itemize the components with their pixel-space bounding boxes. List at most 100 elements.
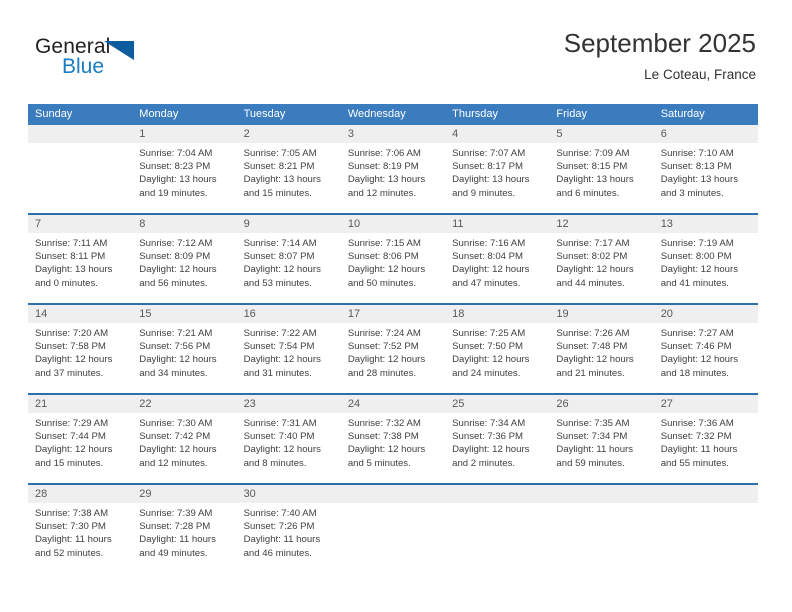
day-cell[interactable]: Sunrise: 7:09 AM Sunset: 8:15 PM Daylight:… [549, 143, 653, 213]
day-number[interactable]: 19 [549, 305, 653, 323]
day-number[interactable]: 5 [549, 125, 653, 143]
day-number[interactable]: 10 [341, 215, 445, 233]
day-cell[interactable]: Sunrise: 7:17 AM Sunset: 8:02 PM Daylight:… [549, 233, 653, 303]
day-detail-line: Daylight: 12 hours [347, 444, 426, 456]
day-number[interactable]: 21 [28, 395, 132, 413]
page-header: General Blue September 2025 Le Coteau, F… [0, 0, 792, 104]
day-number[interactable]: 28 [28, 485, 132, 503]
day-detail-line: Sunset: 8:23 PM [139, 161, 211, 173]
day-detail-line: Sunrise: 7:36 AM [660, 418, 734, 429]
day-number[interactable]: 4 [445, 125, 549, 143]
day-detail-line: Daylight: 11 hours [243, 534, 321, 546]
calendar-week-row: 1 2 3 4 5 6 Sunrise: 7:04 AM Sunset: 8:23 PM Day… [28, 125, 758, 213]
day-detail-band: Sunrise: 7:11 AM Sunset: 8:11 PM Daylight:… [28, 233, 758, 303]
day-number[interactable]: 7 [28, 215, 132, 233]
day-number[interactable]: 25 [445, 395, 549, 413]
day-cell[interactable]: Sunrise: 7:12 AM Sunset: 8:09 PM Daylight:… [132, 233, 236, 303]
day-detail-line: and 34 minutes. [139, 367, 208, 379]
day-number[interactable]: 20 [654, 305, 758, 323]
day-detail-line: Sunrise: 7:15 AM [347, 238, 421, 249]
day-cell[interactable]: Sunrise: 7:39 AM Sunset: 7:28 PM Daylight:… [132, 503, 236, 573]
day-cell[interactable]: Sunrise: 7:19 AM Sunset: 8:00 PM Daylight:… [654, 233, 758, 303]
day-detail-line: Sunset: 7:26 PM [243, 521, 315, 533]
day-detail-line: and 18 minutes. [660, 367, 729, 379]
day-detail-line: Sunset: 8:21 PM [243, 161, 315, 173]
day-detail-line: Daylight: 13 hours [139, 174, 217, 186]
day-cell[interactable]: Sunrise: 7:22 AM Sunset: 7:54 PM Daylight:… [237, 323, 341, 393]
day-number[interactable]: 16 [237, 305, 341, 323]
day-cell[interactable]: Sunrise: 7:26 AM Sunset: 7:48 PM Daylight:… [549, 323, 653, 393]
day-number[interactable]: 2 [237, 125, 341, 143]
day-number[interactable]: 18 [445, 305, 549, 323]
day-number[interactable]: 9 [237, 215, 341, 233]
day-detail-line: Daylight: 13 hours [452, 174, 530, 186]
day-number[interactable]: 17 [341, 305, 445, 323]
weekday-header-saturday: Saturday [660, 108, 705, 120]
day-detail-line: Sunset: 7:50 PM [452, 341, 524, 353]
day-detail-line: and 49 minutes. [139, 547, 208, 559]
day-number-band: 21 22 23 24 25 26 27 [28, 395, 758, 413]
day-cell[interactable]: Sunrise: 7:11 AM Sunset: 8:11 PM Daylight:… [28, 233, 132, 303]
day-number[interactable]: 23 [237, 395, 341, 413]
day-cell[interactable]: Sunrise: 7:07 AM Sunset: 8:17 PM Daylight:… [445, 143, 549, 213]
day-detail-line: Sunset: 7:30 PM [35, 521, 106, 533]
day-detail-line: Sunset: 8:00 PM [660, 251, 732, 263]
day-number[interactable]: 12 [549, 215, 653, 233]
day-cell[interactable]: Sunrise: 7:05 AM Sunset: 8:21 PM Daylight:… [237, 143, 341, 213]
day-cell[interactable]: Sunrise: 7:31 AM Sunset: 7:40 PM Daylight:… [237, 413, 341, 483]
day-cell-empty [341, 503, 445, 573]
day-cell[interactable]: Sunrise: 7:04 AM Sunset: 8:23 PM Daylight:… [132, 143, 236, 213]
day-detail-band: Sunrise: 7:38 AM Sunset: 7:30 PM Daylight:… [28, 503, 758, 573]
day-number[interactable]: 22 [132, 395, 236, 413]
day-detail-line: and 47 minutes. [452, 277, 521, 289]
day-cell[interactable]: Sunrise: 7:32 AM Sunset: 7:38 PM Daylight:… [341, 413, 445, 483]
day-number[interactable]: 13 [654, 215, 758, 233]
day-detail-line: Sunrise: 7:19 AM [660, 238, 734, 249]
day-number[interactable]: 29 [132, 485, 236, 503]
day-cell[interactable]: Sunrise: 7:36 AM Sunset: 7:32 PM Daylight:… [654, 413, 758, 483]
day-cell[interactable]: Sunrise: 7:34 AM Sunset: 7:36 PM Daylight:… [445, 413, 549, 483]
day-cell[interactable]: Sunrise: 7:38 AM Sunset: 7:30 PM Daylight:… [28, 503, 132, 573]
day-detail-line: Sunrise: 7:40 AM [243, 508, 317, 519]
day-detail-line: Sunset: 7:44 PM [35, 431, 106, 443]
day-detail-line: and 31 minutes. [243, 367, 312, 379]
day-number[interactable]: 14 [28, 305, 132, 323]
day-number[interactable]: 27 [654, 395, 758, 413]
day-cell-empty [654, 503, 758, 573]
day-cell[interactable]: Sunrise: 7:35 AM Sunset: 7:34 PM Daylight:… [549, 413, 653, 483]
day-number[interactable]: 11 [445, 215, 549, 233]
day-detail-line: Sunset: 7:34 PM [556, 431, 628, 443]
day-cell[interactable]: Sunrise: 7:10 AM Sunset: 8:13 PM Daylight:… [654, 143, 758, 213]
day-detail-line: and 53 minutes. [243, 277, 312, 289]
day-number[interactable]: 24 [341, 395, 445, 413]
day-detail-line: Sunset: 7:52 PM [347, 341, 419, 353]
weekday-header-sunday: Sunday [35, 108, 73, 120]
day-cell[interactable]: Sunrise: 7:25 AM Sunset: 7:50 PM Daylight:… [445, 323, 549, 393]
day-detail-line: and 12 minutes. [139, 457, 208, 469]
day-detail-line: Daylight: 12 hours [556, 354, 634, 366]
day-cell[interactable]: Sunrise: 7:24 AM Sunset: 7:52 PM Daylight:… [341, 323, 445, 393]
day-number[interactable]: 15 [132, 305, 236, 323]
day-cell[interactable]: Sunrise: 7:14 AM Sunset: 8:07 PM Daylight:… [237, 233, 341, 303]
day-cell[interactable]: Sunrise: 7:40 AM Sunset: 7:26 PM Daylight:… [237, 503, 341, 573]
day-cell[interactable]: Sunrise: 7:06 AM Sunset: 8:19 PM Daylight:… [341, 143, 445, 213]
day-number[interactable]: 8 [132, 215, 236, 233]
day-number[interactable]: 26 [549, 395, 653, 413]
day-detail-line: Sunrise: 7:24 AM [347, 328, 421, 339]
day-cell[interactable]: Sunrise: 7:20 AM Sunset: 7:58 PM Daylight:… [28, 323, 132, 393]
day-cell[interactable]: Sunrise: 7:15 AM Sunset: 8:06 PM Daylight:… [341, 233, 445, 303]
calendar-weeks: 1 2 3 4 5 6 Sunrise: 7:04 AM Sunset: 8:23 PM Day… [28, 125, 758, 573]
day-cell[interactable]: Sunrise: 7:30 AM Sunset: 7:42 PM Daylight:… [132, 413, 236, 483]
day-cell[interactable]: Sunrise: 7:29 AM Sunset: 7:44 PM Daylight:… [28, 413, 132, 483]
day-detail-line: Daylight: 12 hours [35, 444, 113, 456]
day-cell[interactable]: Sunrise: 7:27 AM Sunset: 7:46 PM Daylight:… [654, 323, 758, 393]
weekday-header-row: Sunday Monday Tuesday Wednesday Thursday Frid… [28, 104, 758, 125]
day-cell[interactable]: Sunrise: 7:21 AM Sunset: 7:56 PM Daylight:… [132, 323, 236, 393]
day-number[interactable]: 30 [237, 485, 341, 503]
day-detail-line: and 41 minutes. [660, 277, 729, 289]
day-cell[interactable]: Sunrise: 7:16 AM Sunset: 8:04 PM Daylight:… [445, 233, 549, 303]
day-number[interactable]: 1 [132, 125, 236, 143]
day-detail-line: Sunset: 7:58 PM [35, 341, 106, 353]
day-number[interactable]: 3 [341, 125, 445, 143]
day-number[interactable]: 6 [654, 125, 758, 143]
